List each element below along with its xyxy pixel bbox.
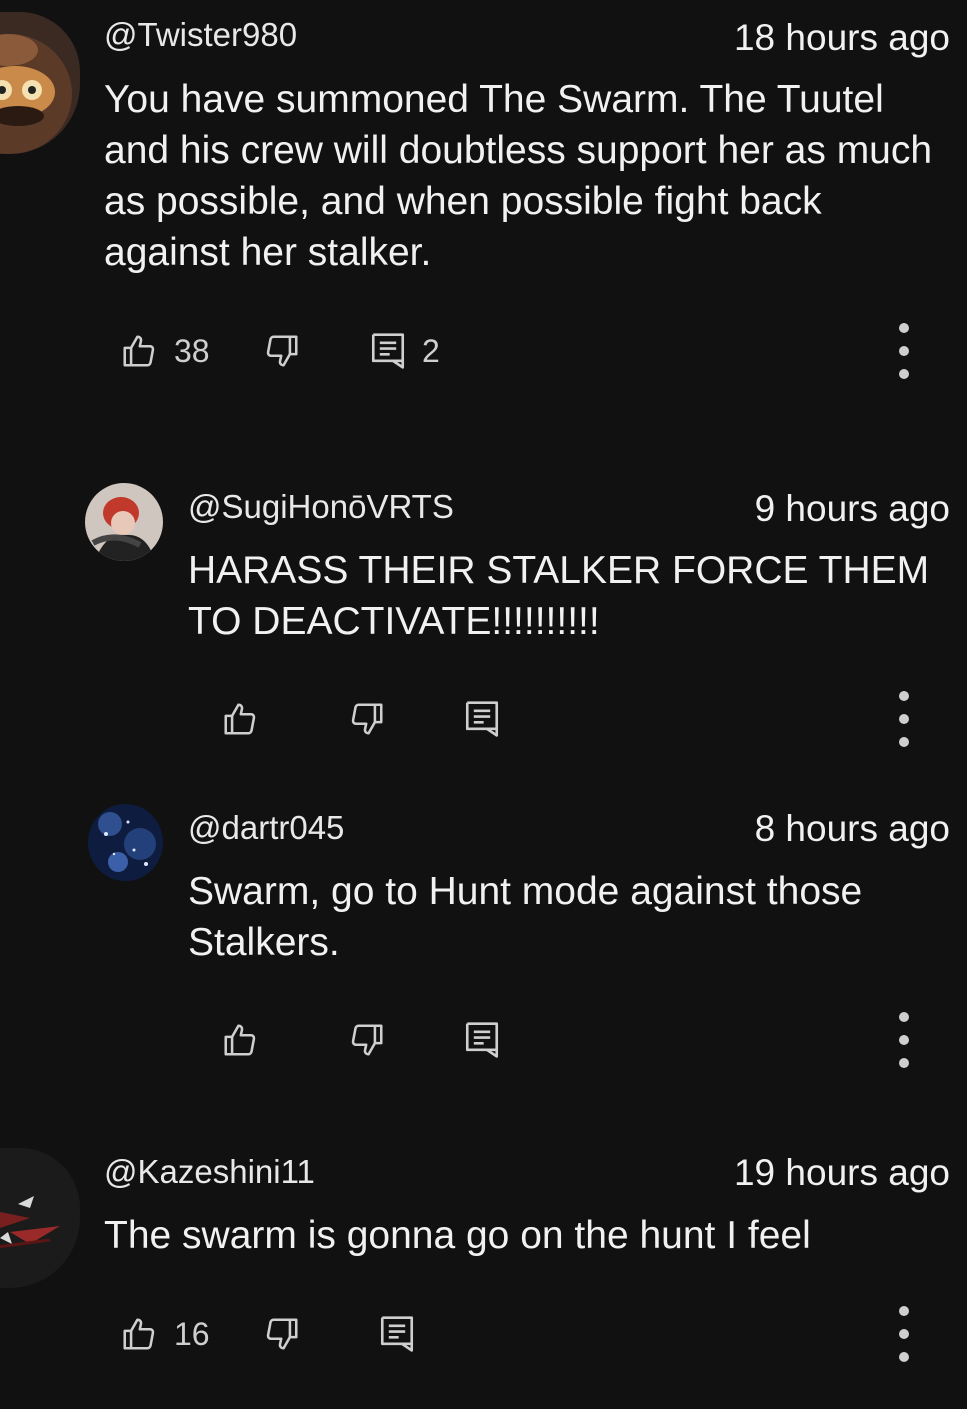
comment-text: Swarm, go to Hunt mode against those Sta… [188, 870, 863, 964]
comment-actions [0, 1012, 967, 1068]
reply-button[interactable]: 2 [370, 326, 440, 376]
comment-timestamp: 19 hours ago [733, 1152, 950, 1193]
like-button[interactable]: 16 [120, 1309, 210, 1359]
more-vert-icon [899, 1012, 909, 1022]
comment-author[interactable]: @dartr045 [188, 809, 344, 847]
reply-icon [380, 1316, 414, 1352]
reply-button[interactable] [464, 1015, 500, 1065]
comment-actions [0, 691, 967, 747]
more-vert-icon [899, 691, 909, 701]
thumbs-down-icon [351, 703, 383, 735]
comment-text: HARASS THEIR STALKER FORCE THEM TO DEACT… [188, 549, 930, 643]
comment-actions: 16 [0, 1306, 967, 1362]
more-options-button[interactable] [889, 1012, 919, 1068]
dislike-button[interactable] [348, 694, 386, 744]
avatar[interactable] [0, 1148, 80, 1288]
thumbs-down-icon [266, 1318, 298, 1350]
comment-timestamp: 9 hours ago [754, 488, 950, 529]
reply-icon [465, 1022, 499, 1058]
thumbs-up-icon [224, 1024, 256, 1056]
comment-author[interactable]: @Kazeshini11 [104, 1153, 315, 1191]
more-options-button[interactable] [889, 323, 919, 379]
comment-author[interactable]: @SugiHonōVRTS [188, 488, 454, 526]
dislike-button[interactable] [263, 326, 301, 376]
comment-actions: 38 2 [0, 323, 967, 379]
reply-button[interactable] [379, 1309, 415, 1359]
comment-text: The swarm is gonna go on the hunt I feel [104, 1214, 811, 1257]
comment-author[interactable]: @Twister980 [104, 16, 297, 54]
like-count: 16 [174, 1315, 210, 1352]
like-button[interactable] [221, 694, 259, 744]
thumbs-up-icon [123, 1318, 155, 1350]
thumbs-down-icon [351, 1024, 383, 1056]
avatar[interactable] [85, 483, 163, 561]
reply-count[interactable]: 2 [422, 333, 440, 370]
comment-text: You have summoned The Swarm. The Tuutel … [104, 78, 933, 274]
more-options-button[interactable] [889, 691, 919, 747]
like-button[interactable] [221, 1015, 259, 1065]
more-options-button[interactable] [889, 1306, 919, 1362]
like-button[interactable]: 38 [120, 326, 210, 376]
reply-icon [371, 333, 405, 369]
reply-icon [465, 701, 499, 737]
more-vert-icon [899, 323, 909, 333]
comment-timestamp: 18 hours ago [733, 17, 950, 58]
thumbs-up-icon [224, 703, 256, 735]
like-count: 38 [174, 332, 210, 369]
comment-timestamp: 8 hours ago [754, 808, 950, 849]
thumbs-down-icon [266, 335, 298, 367]
avatar[interactable] [0, 12, 80, 154]
dislike-button[interactable] [263, 1309, 301, 1359]
reply-button[interactable] [464, 694, 500, 744]
avatar[interactable] [88, 804, 163, 881]
more-vert-icon [899, 1306, 909, 1316]
thumbs-up-icon [123, 335, 155, 367]
dislike-button[interactable] [348, 1015, 386, 1065]
